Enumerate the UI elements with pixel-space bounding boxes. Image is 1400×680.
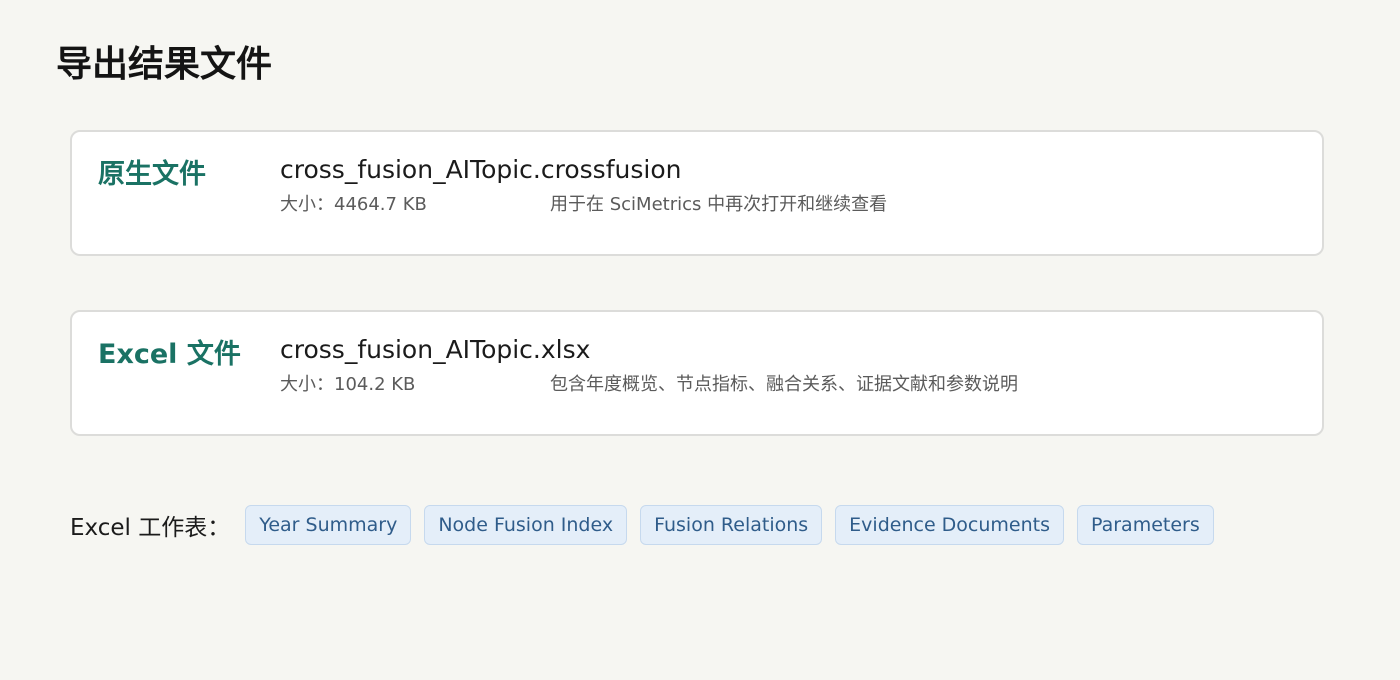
- sheet-chip-evidence-documents[interactable]: Evidence Documents: [835, 505, 1064, 545]
- file-description: 用于在 SciMetrics 中再次打开和继续查看: [550, 194, 888, 215]
- file-size: 大小：104.2 KB: [280, 374, 416, 395]
- file-description: 包含年度概览、节点指标、融合关系、证据文献和参数说明: [550, 374, 1018, 395]
- export-results-page: 导出结果文件 原生文件 cross_fusion_AITopic.crossfu…: [0, 0, 1400, 680]
- sheet-chip-year-summary[interactable]: Year Summary: [245, 505, 412, 545]
- file-type-label: Excel 文件: [98, 339, 241, 370]
- file-size: 大小：4464.7 KB: [280, 194, 427, 215]
- page-title: 导出结果文件: [56, 44, 273, 85]
- sheet-chip-parameters[interactable]: Parameters: [1077, 505, 1214, 545]
- native-file-card: 原生文件 cross_fusion_AITopic.crossfusion 大小…: [70, 130, 1324, 256]
- sheet-chip-fusion-relations[interactable]: Fusion Relations: [640, 505, 823, 545]
- excel-file-card: Excel 文件 cross_fusion_AITopic.xlsx 大小：10…: [70, 310, 1324, 436]
- file-name: cross_fusion_AITopic.crossfusion: [280, 155, 682, 184]
- file-name: cross_fusion_AITopic.xlsx: [280, 335, 591, 364]
- file-type-label: 原生文件: [98, 159, 206, 190]
- excel-sheets-row: Excel 工作表： Year Summary Node Fusion Inde…: [70, 504, 1214, 546]
- sheet-chip-node-fusion-index[interactable]: Node Fusion Index: [424, 505, 628, 545]
- excel-sheets-label: Excel 工作表：: [70, 515, 231, 541]
